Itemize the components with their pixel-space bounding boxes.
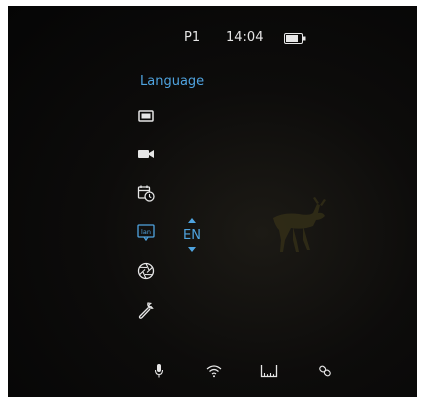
chevron-up-icon[interactable]: [188, 218, 196, 223]
microphone-icon[interactable]: [149, 361, 169, 381]
battery-icon: [284, 33, 306, 44]
language-icon[interactable]: lan: [136, 222, 156, 242]
menu-title: Language: [140, 74, 205, 89]
clock: 14:04: [226, 30, 264, 45]
link-icon[interactable]: [315, 361, 335, 381]
aperture-icon[interactable]: [136, 261, 156, 281]
video-camera-icon[interactable]: [136, 144, 156, 164]
svg-text:lan: lan: [141, 228, 151, 236]
wrench-icon[interactable]: [136, 300, 156, 320]
language-value: EN: [183, 228, 201, 243]
language-value-selector[interactable]: EN: [183, 218, 207, 254]
wifi-icon[interactable]: [204, 361, 224, 381]
deer-silhouette: [273, 197, 326, 252]
profile-indicator: P1: [184, 30, 201, 45]
calendar-clock-icon[interactable]: [136, 183, 156, 203]
display-icon[interactable]: [136, 106, 156, 126]
ruler-icon[interactable]: [259, 361, 279, 381]
chevron-down-icon[interactable]: [188, 247, 196, 252]
status-bar: P1 14:04: [8, 30, 417, 48]
thermal-viewer-screen: P1 14:04 Language lan EN: [8, 6, 417, 397]
